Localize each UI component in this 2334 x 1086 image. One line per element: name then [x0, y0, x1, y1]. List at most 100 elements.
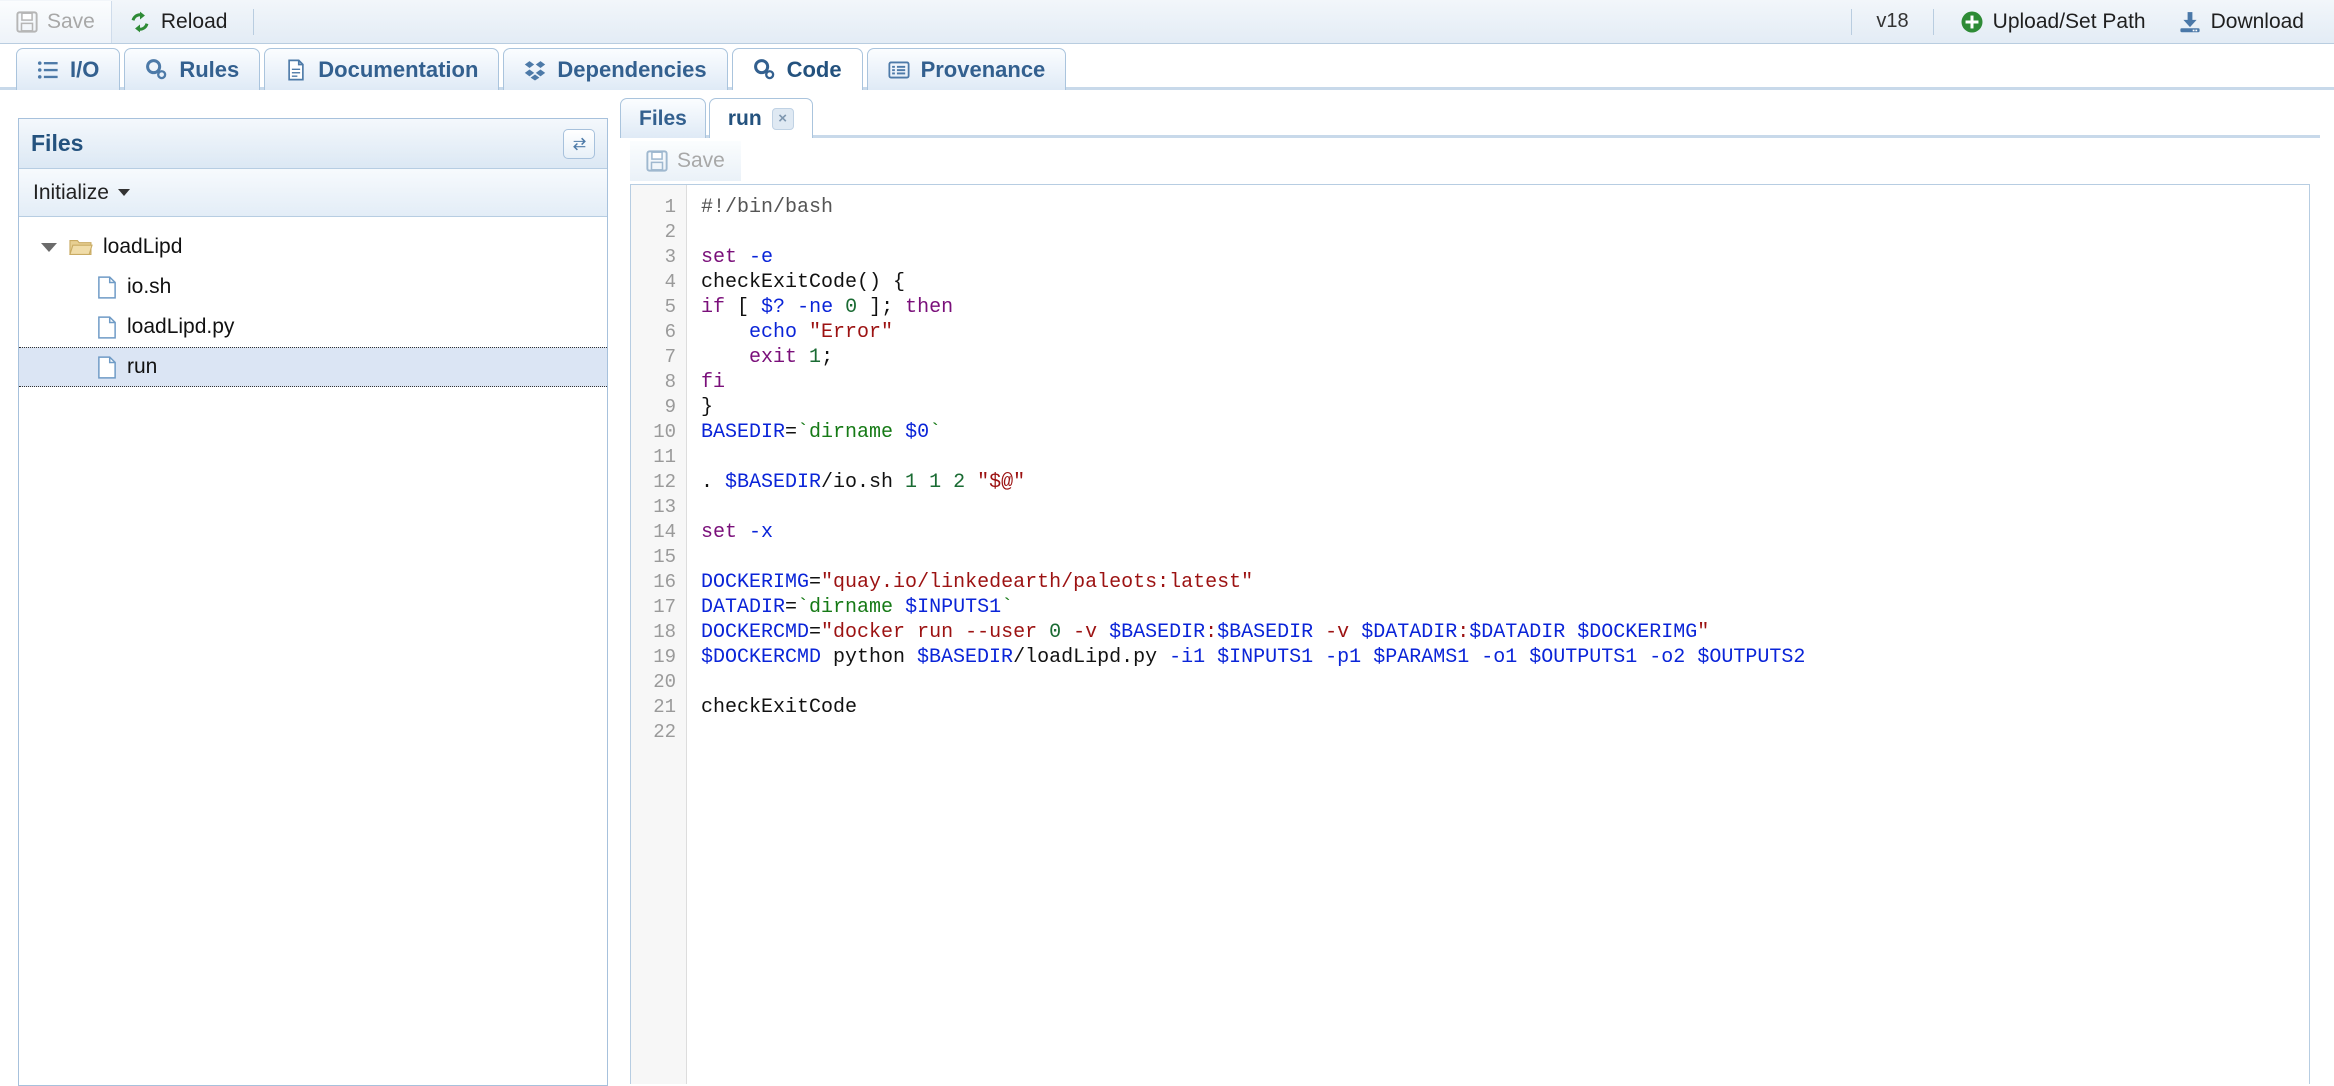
code-token: } — [701, 396, 714, 419]
line-number: 3 — [664, 246, 676, 268]
code-token: 0 — [1049, 621, 1062, 644]
code-token: then — [905, 296, 954, 319]
code-token: ; — [821, 346, 834, 369]
line-number: 11 — [653, 446, 676, 468]
tree-item-loadlipd-py[interactable]: loadLipd.py — [19, 307, 607, 347]
code-token: $PARAMS1 — [1373, 646, 1470, 669]
code-token: `dirname — [797, 596, 906, 619]
code-line: } — [701, 395, 2309, 420]
line-number: 1 — [664, 196, 676, 218]
tree-item-run[interactable]: run — [19, 347, 607, 387]
close-icon[interactable]: × — [771, 107, 794, 130]
code-line: set -e — [701, 245, 2309, 270]
tab-code-label: Code — [786, 56, 842, 82]
code-token: "$@" — [977, 471, 1026, 494]
code-token: if — [701, 296, 726, 319]
code-token: : — [1205, 621, 1218, 644]
editor-tab-files[interactable]: Files — [620, 98, 706, 138]
code-token: checkExitCode — [701, 696, 858, 719]
tab-documentation[interactable]: Documentation — [264, 48, 500, 90]
code-token: 1 — [905, 471, 918, 494]
code-token: "Error" — [809, 321, 894, 344]
initialize-menu-button[interactable]: Initialize — [33, 181, 130, 205]
files-refresh-button[interactable] — [563, 128, 595, 159]
line-number: 8 — [664, 371, 676, 393]
code-token: DATADIR — [701, 596, 786, 619]
code-token: . — [701, 471, 726, 494]
line-number: 7 — [664, 346, 676, 368]
code-editor[interactable]: 1 2 3 4 5 6 7 8 9 10 11 12 13 14 15 16 17 18 19 20 21 22 #!/b… — [630, 184, 2310, 1084]
code-token: ` — [1001, 596, 1014, 619]
tab-documentation-label: Documentation — [318, 56, 479, 82]
tab-provenance[interactable]: Provenance — [866, 48, 1067, 90]
tab-dependencies[interactable]: Dependencies — [503, 48, 728, 90]
code-token: $DOCKERIMG — [1577, 621, 1698, 644]
line-number: 6 — [664, 321, 676, 343]
code-token: 0 — [845, 296, 858, 319]
code-line: BASEDIR=`dirname $0` — [701, 420, 2309, 445]
editor-tab-label: Files — [639, 106, 687, 130]
tab-rules[interactable]: Rules — [124, 48, 261, 90]
code-editor-panel: Files run × Save 1 2 3 4 5 6 7 8 9 10 11 12 13 — [620, 94, 2320, 1084]
initialize-menu-label: Initialize — [33, 180, 109, 204]
folder-open-icon — [69, 237, 93, 258]
plus-circle-icon — [1960, 10, 1984, 34]
code-token: -o2 — [1649, 646, 1686, 669]
code-token: $OUTPUTS1 — [1529, 646, 1638, 669]
code-token: ]; — [857, 296, 906, 319]
reload-button[interactable]: Reload — [112, 1, 244, 43]
tree-item-io-sh[interactable]: io.sh — [19, 267, 607, 307]
tree-item-label: loadLipd — [103, 235, 183, 258]
tab-code[interactable]: Code — [731, 48, 863, 93]
editor-tab-strip: Files run × — [620, 94, 2320, 141]
code-token: "docker run --user — [821, 621, 1050, 644]
version-divider-right — [1932, 8, 1934, 35]
code-token: -v — [1061, 621, 1110, 644]
tab-rules-label: Rules — [179, 56, 240, 82]
upload-set-path-button[interactable]: Upload/Set Path — [1944, 1, 2162, 43]
code-token: : — [1457, 621, 1470, 644]
editor-tab-run[interactable]: run × — [708, 98, 813, 141]
files-panel: Files Initialize loadLipd io.sh loadLipd… — [18, 118, 608, 1086]
code-token: $DOCKERCMD — [701, 646, 822, 669]
code-token: set — [701, 521, 738, 544]
tree-item-loadlipd[interactable]: loadLipd — [19, 227, 607, 267]
code-token: $0 — [905, 421, 930, 444]
download-button-label: Download — [2210, 9, 2304, 33]
save-button[interactable]: Save — [0, 0, 112, 43]
tree-expand-toggle-icon[interactable] — [41, 242, 57, 252]
download-button[interactable]: Download — [2162, 1, 2320, 43]
code-token: $BASEDIR — [1109, 621, 1206, 644]
tree-item-label: io.sh — [127, 275, 172, 298]
toolbar-divider — [253, 8, 255, 35]
code-token: -i1 — [1169, 646, 1206, 669]
code-content[interactable]: #!/bin/bash set -e checkExitCode() {if [ … — [687, 185, 2309, 1084]
main-tab-strip: I/O Rules Documentation Dependencies Cod… — [0, 44, 2334, 93]
line-number: 5 — [664, 296, 676, 318]
listbox-icon — [888, 59, 910, 81]
line-number: 2 — [664, 221, 676, 243]
code-token: ` — [929, 421, 942, 444]
code-token: 1 — [809, 346, 822, 369]
code-line: checkExitCode() { — [701, 270, 2309, 295]
editor-save-button[interactable]: Save — [630, 141, 741, 181]
code-token: echo — [749, 321, 798, 344]
line-number: 15 — [653, 546, 676, 568]
line-number: 13 — [653, 496, 676, 518]
chevron-down-icon — [117, 189, 130, 196]
code-line: fi — [701, 370, 2309, 395]
code-token: -v — [1313, 621, 1362, 644]
code-line: DATADIR=`dirname $INPUTS1` — [701, 595, 2309, 620]
tab-io[interactable]: I/O — [16, 48, 121, 90]
version-divider-left — [1851, 8, 1853, 35]
